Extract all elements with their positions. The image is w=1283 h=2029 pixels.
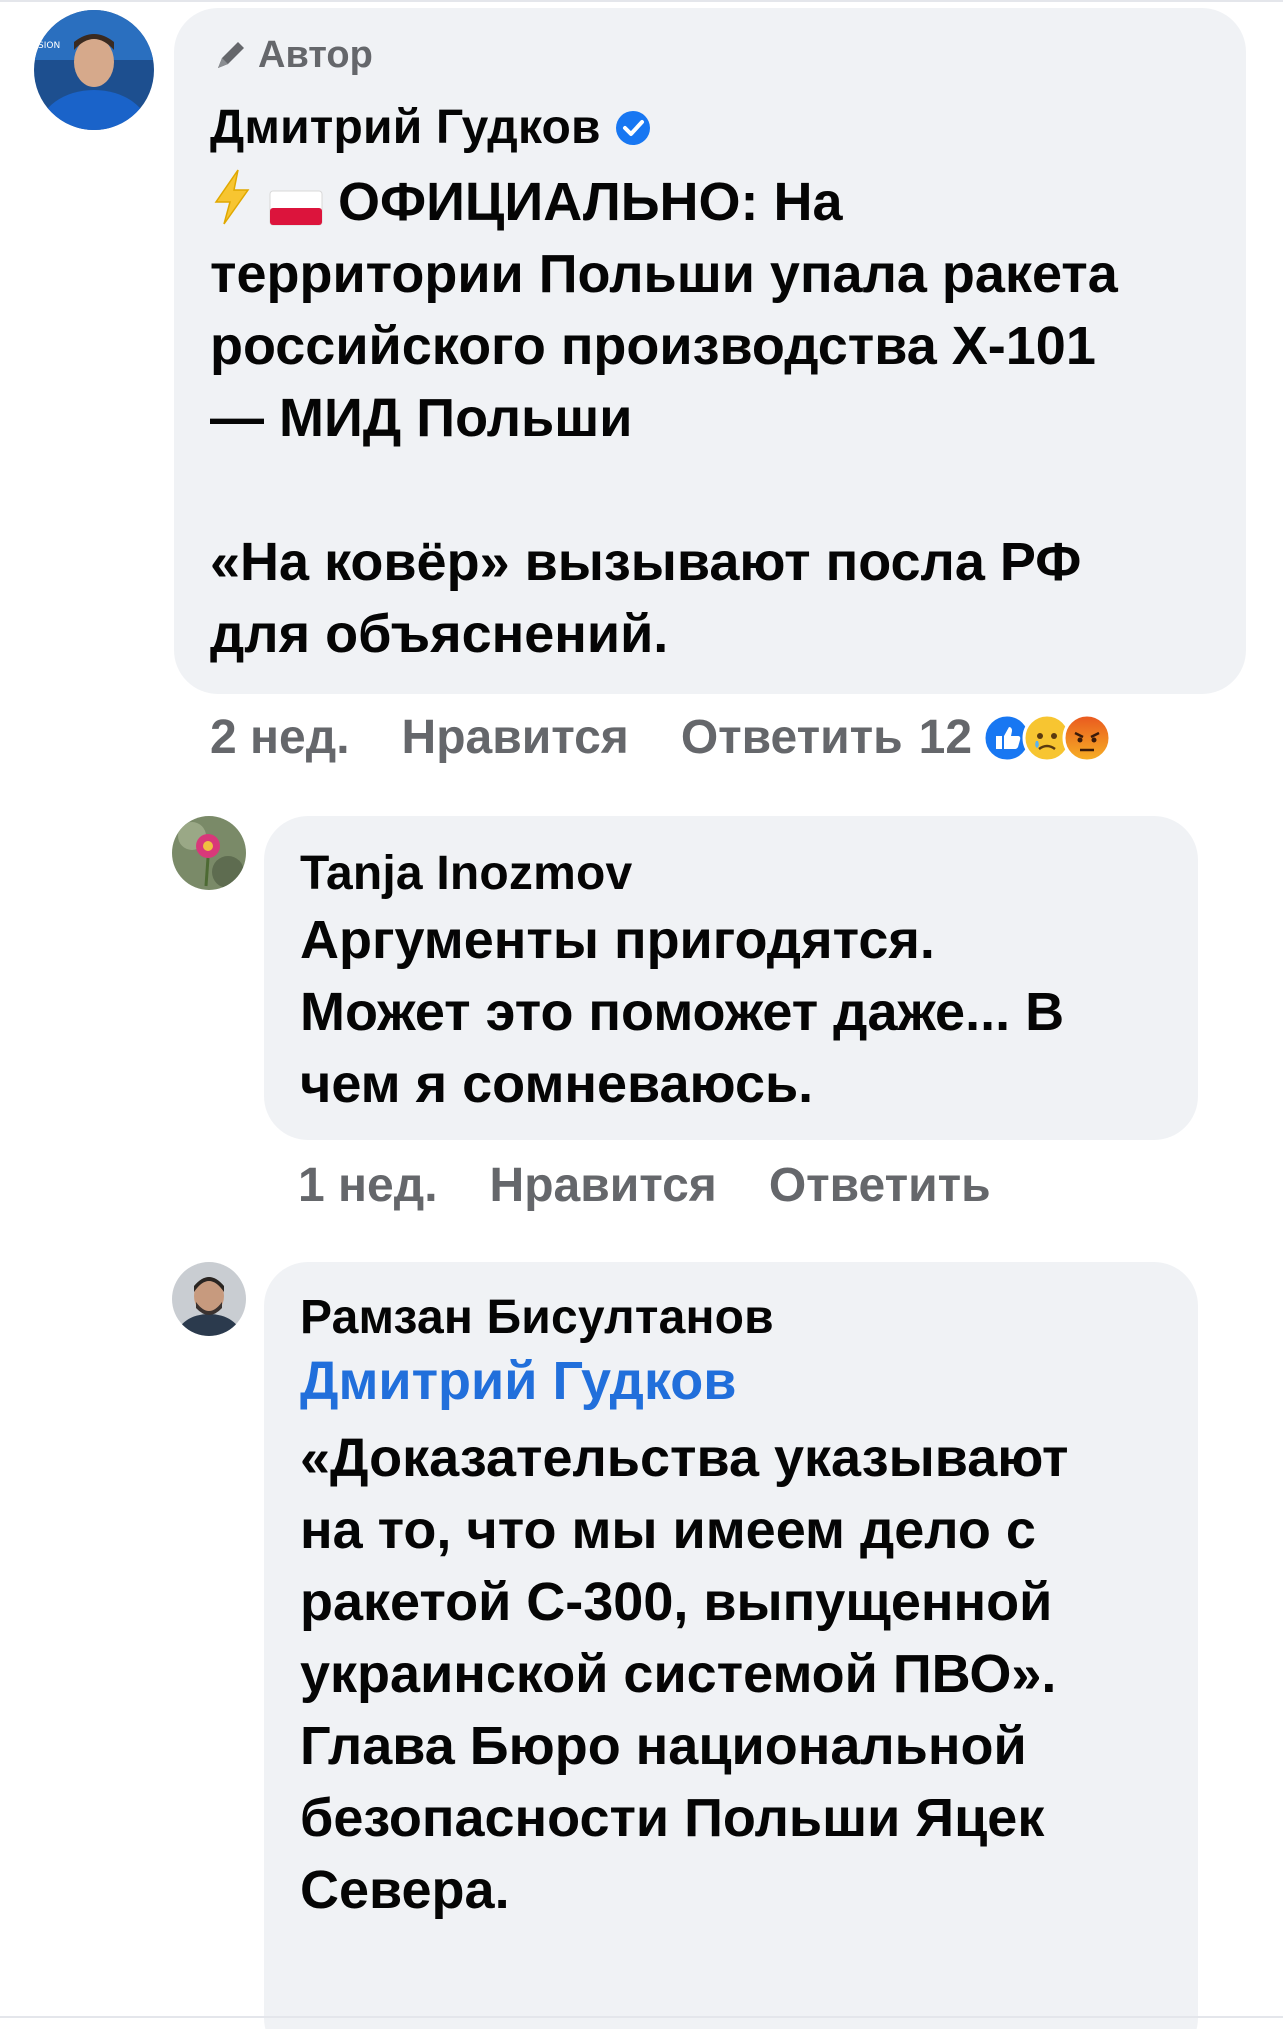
reply-button[interactable]: Ответить bbox=[769, 1158, 991, 1213]
angry-icon bbox=[1062, 713, 1112, 762]
tanja-comment-actions: 1 нед. Нравится Ответить bbox=[298, 1158, 1043, 1213]
author-comment-body: территории Польши упала ракета российско… bbox=[210, 244, 1118, 664]
lightning-icon bbox=[214, 169, 250, 225]
comment-timestamp[interactable]: 2 нед. bbox=[210, 710, 350, 765]
tanja-comment-text: Аргументы пригодятся. Может это поможет … bbox=[300, 910, 1065, 1114]
divider bbox=[0, 0, 1283, 2]
author-comment-text: ОФИЦИАЛЬНО: На территории Польши упала р… bbox=[210, 166, 1230, 670]
tanja-avatar[interactable] bbox=[172, 816, 246, 890]
ramzan-name[interactable]: Рамзан Бисултанов bbox=[300, 1290, 774, 1345]
author-avatar[interactable]: SION bbox=[34, 10, 154, 130]
comments-thread: SION Автор Дмитрий Гудков ОФИЦИАЛЬНО: На… bbox=[0, 0, 1283, 2029]
like-button[interactable]: Нравится bbox=[490, 1158, 717, 1213]
author-comment-actions: 2 нед. Нравится Ответить 12 bbox=[210, 710, 1112, 765]
mention-link[interactable]: Дмитрий Гудков bbox=[300, 1350, 736, 1412]
author-badge: Автор bbox=[210, 34, 373, 77]
verified-badge-icon bbox=[615, 110, 650, 145]
reaction-count[interactable]: 12 bbox=[919, 710, 972, 765]
poland-flag-icon bbox=[269, 190, 323, 226]
reactions-summary[interactable]: 12 bbox=[919, 710, 1112, 765]
reaction-icons[interactable] bbox=[982, 713, 1112, 763]
ramzan-comment-bubble: Рамзан Бисултанов Дмитрий Гудков «Доказа… bbox=[264, 1262, 1198, 2029]
ramzan-avatar[interactable] bbox=[172, 1262, 246, 1336]
ramzan-comment-text: «Доказательства указывают на то, что мы … bbox=[300, 1428, 1069, 1920]
tanja-comment-bubble: Tanja Inozmov Аргументы пригодятся. Може… bbox=[264, 816, 1198, 1140]
author-badge-label: Автор bbox=[258, 34, 373, 76]
reply-button[interactable]: Ответить bbox=[681, 710, 903, 765]
author-name[interactable]: Дмитрий Гудков bbox=[210, 100, 653, 155]
divider bbox=[0, 2016, 1283, 2018]
comment-timestamp[interactable]: 1 нед. bbox=[298, 1158, 438, 1213]
author-comment-bubble: Автор Дмитрий Гудков ОФИЦИАЛЬНО: На терр… bbox=[174, 8, 1246, 694]
like-button[interactable]: Нравится bbox=[402, 710, 629, 765]
author-comment-line1: ОФИЦИАЛЬНО: На bbox=[338, 172, 843, 232]
pen-icon bbox=[218, 41, 244, 68]
author-name-text[interactable]: Дмитрий Гудков bbox=[210, 100, 601, 155]
svg-text:SION: SION bbox=[38, 41, 60, 51]
tanja-name[interactable]: Tanja Inozmov bbox=[300, 846, 632, 901]
